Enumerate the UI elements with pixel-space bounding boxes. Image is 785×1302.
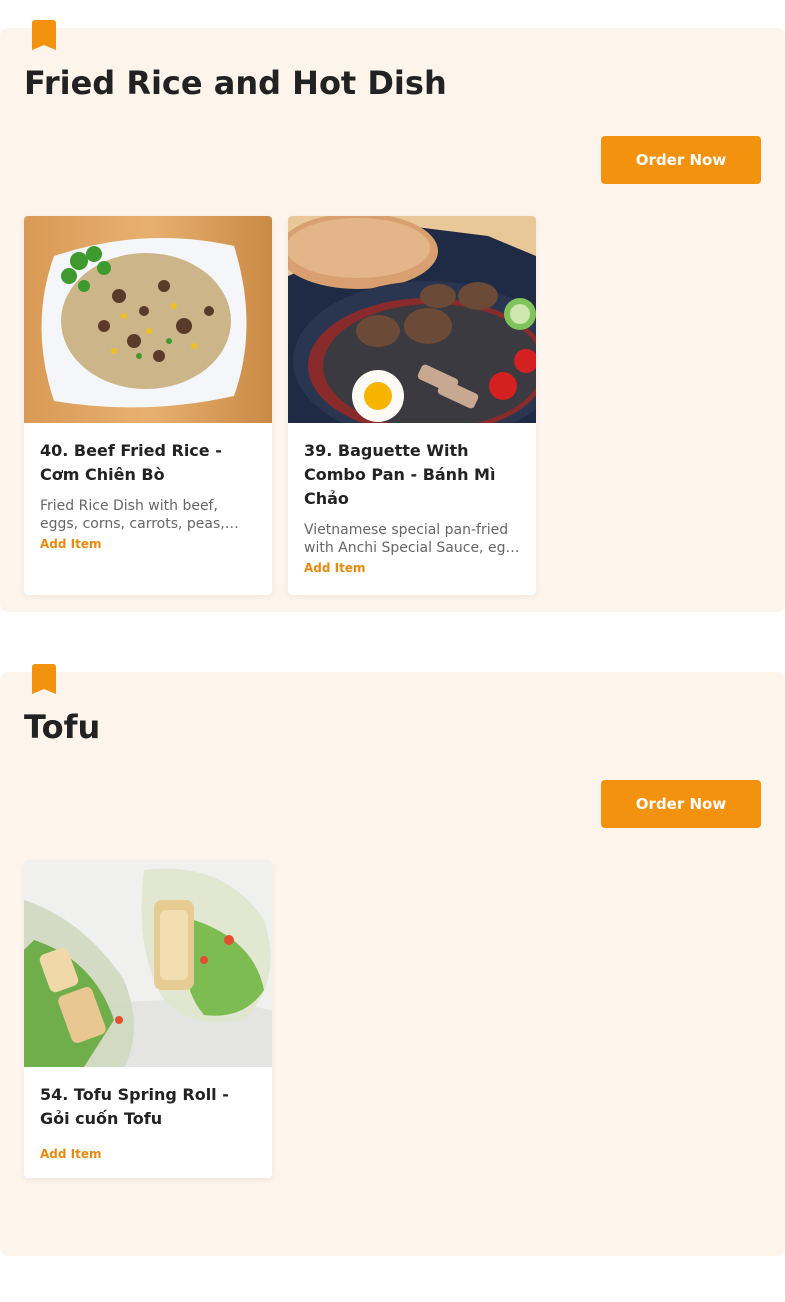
add-item-button[interactable]: Add Item [40,1147,102,1161]
section-title: Fried Rice and Hot Dish [24,64,447,102]
tofu-spring-roll-photo [24,860,272,1067]
item-description: Fried Rice Dish with beef, eggs, corns, … [40,498,225,532]
item-title: 40. Beef Fried Rice - Cơm Chiên Bò [40,441,222,484]
baguette-combo-pan-photo [288,216,536,423]
section-title: Tofu [24,708,101,746]
add-item-button[interactable]: Add Item [40,537,102,551]
item-title: 54. Tofu Spring Roll - Gỏi cuốn Tofu [40,1085,229,1128]
order-now-button[interactable]: Order Now [601,780,761,828]
menu-item-card[interactable]: 54. Tofu Spring Roll - Gỏi cuốn Tofu Add… [24,860,272,1178]
order-now-button[interactable]: Order Now [601,136,761,184]
bookmark-icon [32,20,56,50]
menu-section-fried-rice: Fried Rice and Hot Dish Order Now 40. Be… [0,20,785,612]
bookmark-icon [32,664,56,694]
item-description: Vietnamese special pan-fried with Anchi … [304,522,519,556]
menu-item-card[interactable]: 40. Beef Fried Rice - Cơm Chiên Bò Fried… [24,216,272,595]
menu-item-card[interactable]: 39. Baguette With Combo Pan - Bánh Mì Ch… [288,216,536,595]
beef-fried-rice-photo [24,216,272,423]
item-title: 39. Baguette With Combo Pan - Bánh Mì Ch… [304,441,496,508]
menu-section-tofu: Tofu Order Now 54. Tofu Spring Roll - Gỏ… [0,664,785,1256]
add-item-button[interactable]: Add Item [304,561,366,575]
